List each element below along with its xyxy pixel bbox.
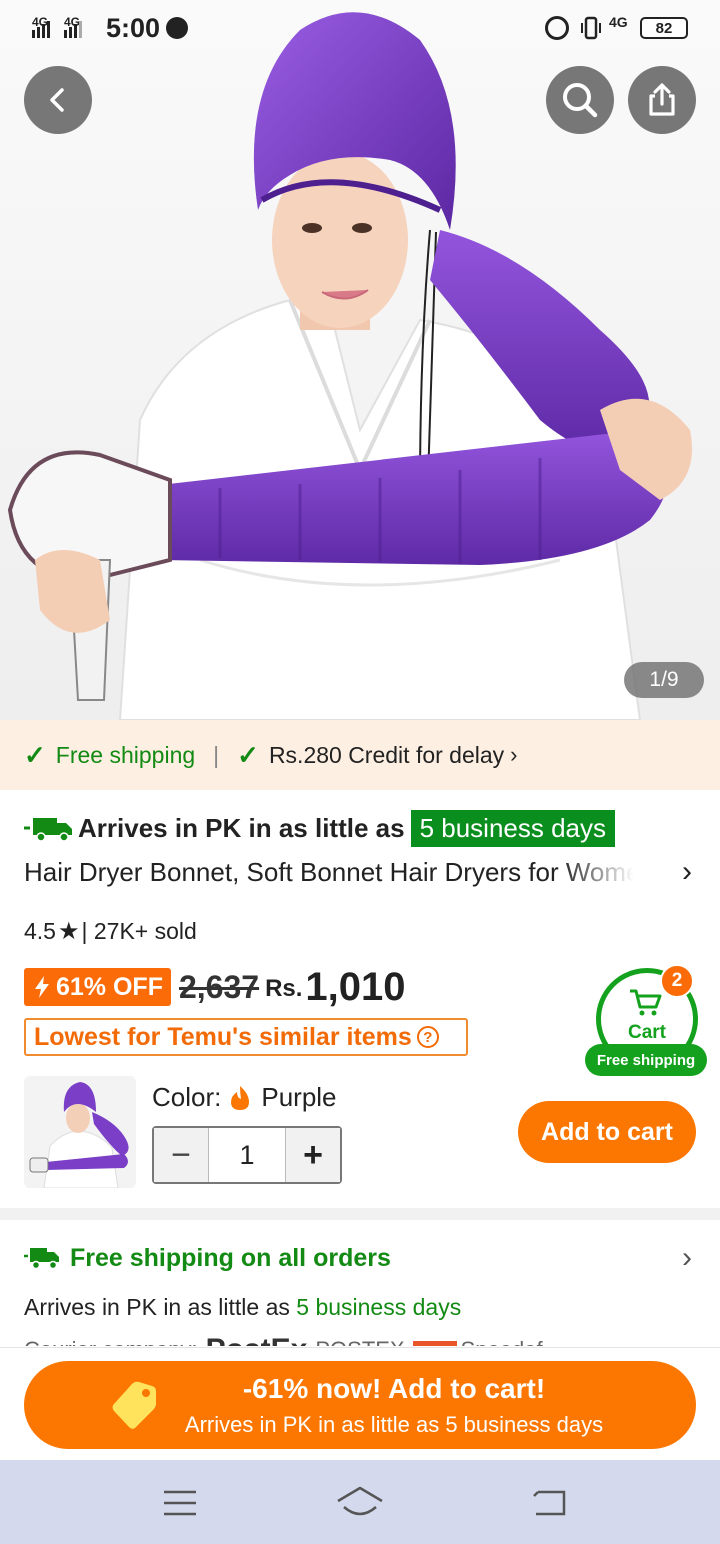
flame-icon [231, 1085, 250, 1110]
home-icon[interactable] [336, 1485, 384, 1519]
cta-title: -61% now! Add to cart! [242, 1373, 546, 1404]
network-type: 4G [609, 14, 628, 30]
sync-icon [166, 17, 188, 39]
courier-row-clip: Courier company: PostEx POSTEX Speedaf [0, 1333, 720, 1346]
share-icon [649, 83, 675, 116]
lightning-icon [35, 976, 49, 998]
alarm-icon [545, 16, 569, 40]
delivery-truck-icon [24, 1248, 59, 1270]
rating-value: 4.5 [24, 918, 56, 944]
vibrate-icon [580, 15, 602, 41]
battery-level: 82 [655, 19, 673, 37]
courier-logo-postex: PostEx [206, 1333, 308, 1346]
courier-row: Courier company: PostEx POSTEX Speedaf [24, 1333, 543, 1346]
arrival-days: 5 business days [296, 1294, 462, 1320]
discount-badge: 61% OFF [24, 968, 171, 1006]
check-icon: ✓ [237, 739, 259, 770]
arrival-text: Arrives in PK in as little as [78, 812, 405, 843]
speedaf-logo [412, 1341, 457, 1346]
increment-button[interactable]: + [286, 1128, 340, 1182]
clock: 5:00 [106, 13, 161, 43]
original-price: 2,637 [178, 968, 260, 1005]
free-shipping-arrival: Arrives in PK in as little as 5 business… [24, 1294, 462, 1320]
free-shipping-title: Free shipping on all orders [70, 1243, 391, 1272]
decrement-button[interactable]: − [154, 1128, 208, 1182]
search-icon [563, 83, 598, 118]
bottom-action-bar: -61% now! Add to cart! Arrives in PK in … [0, 1347, 720, 1460]
star-icon: ★ [57, 918, 80, 945]
arrival-row: Arrives in PK in as little as 5 business… [24, 806, 616, 850]
courier-label: Courier company: [24, 1337, 198, 1346]
help-icon: ? [416, 1026, 439, 1048]
chevron-right-icon: › [510, 742, 518, 767]
variant-thumbnail[interactable] [24, 1076, 136, 1188]
add-to-cart-cta-button[interactable]: -61% now! Add to cart! Arrives in PK in … [24, 1361, 696, 1449]
image-counter: 1/9 [624, 662, 704, 698]
color-selector-row: Color: Purple [152, 1082, 337, 1113]
free-shipping-label: Free shipping [55, 741, 196, 768]
lowest-price-badge[interactable]: Lowest for Temu's similar items ? [24, 1018, 468, 1056]
delivery-truck-icon [24, 818, 72, 842]
variant-thumbnail-image [24, 1076, 136, 1188]
menu-icon[interactable] [162, 1488, 198, 1518]
check-icon: ✓ [24, 739, 46, 770]
signal-icon: 4G 4G [32, 14, 94, 42]
color-value: Purple [261, 1082, 337, 1112]
chevron-right-icon: › [682, 1241, 692, 1274]
section-divider [0, 1208, 720, 1220]
status-bar: 4G 4G 5:00 4G 82 [0, 0, 720, 56]
product-title-row[interactable]: Hair Dryer Bonnet, Soft Bonnet Hair Drye… [24, 852, 696, 892]
svg-text:4G: 4G [64, 15, 80, 29]
courier-postex: POSTEX [315, 1337, 404, 1346]
product-title: Hair Dryer Bonnet, Soft Bonnet Hair Drye… [24, 856, 634, 887]
quantity-value[interactable]: 1 [208, 1128, 286, 1182]
cart-label: Cart [627, 1022, 666, 1043]
current-price: 1,010 [305, 964, 406, 1009]
cart-count-badge: 2 [660, 964, 694, 998]
strip-divider: | [213, 741, 220, 768]
svg-text:4G: 4G [32, 15, 48, 29]
price-row: 61% OFF 2,637 Rs. 1,010 [24, 962, 406, 1012]
chevron-right-icon: › [682, 855, 692, 888]
quantity-stepper[interactable]: − 1 + [152, 1126, 342, 1184]
cart-widget[interactable]: Cart 2 Free shipping [585, 962, 714, 1082]
chevron-left-icon [50, 88, 64, 112]
shipping-strip[interactable]: ✓ Free shipping | ✓ Rs.280 Credit for de… [0, 720, 720, 790]
cart-free-shipping-pill: Free shipping [585, 1044, 707, 1076]
share-button[interactable] [628, 66, 696, 134]
courier-speedaf: Speedaf [461, 1337, 543, 1346]
add-to-cart-button[interactable]: Add to cart [518, 1101, 696, 1163]
currency-symbol: Rs. [265, 975, 303, 1002]
business-days-badge: 5 business days [410, 809, 616, 847]
cart-icon [630, 989, 662, 1016]
rating-row[interactable]: 4.5 ★ | 27K+ sold [24, 917, 197, 946]
delay-credit-label: Rs.280 Credit for delay [268, 741, 505, 768]
free-shipping-section-header[interactable]: Free shipping on all orders › [24, 1238, 696, 1278]
system-navigation-bar [0, 1460, 720, 1544]
sold-count: | 27K+ sold [81, 918, 197, 944]
back-button[interactable] [24, 66, 92, 134]
cta-subtitle: Arrives in PK in as little as 5 business… [184, 1412, 604, 1437]
battery-icon: 82 [640, 17, 688, 39]
color-label: Color: [152, 1082, 222, 1112]
search-button[interactable] [546, 66, 614, 134]
back-nav-icon[interactable] [532, 1488, 568, 1518]
